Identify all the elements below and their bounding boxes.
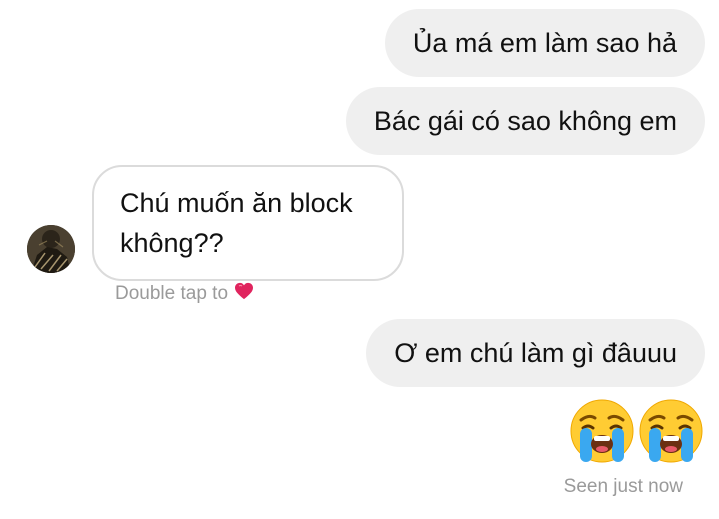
message-bubble-outgoing[interactable]: Bác gái có sao không em	[345, 87, 705, 155]
double-tap-hint: Double tap to	[115, 282, 254, 306]
message-text: Ủa má em làm sao hả	[412, 28, 677, 58]
seen-status: Seen just now	[563, 476, 683, 497]
message-text: Bác gái có sao không em	[373, 106, 677, 136]
message-bubble-outgoing[interactable]: Ủa má em làm sao hả	[384, 9, 705, 77]
crying-face-emoji[interactable]	[638, 398, 704, 464]
message-text: Chú muốn ăn block không??	[120, 188, 353, 258]
message-bubble-incoming[interactable]: Chú muốn ăn block không??	[92, 165, 404, 281]
sender-avatar[interactable]	[27, 225, 75, 273]
double-tap-hint-text: Double tap to	[115, 283, 229, 304]
message-bubble-outgoing[interactable]: Ơ em chú làm gì đâuuu	[366, 319, 705, 387]
heart-icon	[234, 282, 254, 306]
avatar-image	[27, 225, 75, 273]
message-text: Ơ em chú làm gì đâuuu	[394, 338, 677, 368]
crying-face-emoji[interactable]	[569, 398, 635, 464]
